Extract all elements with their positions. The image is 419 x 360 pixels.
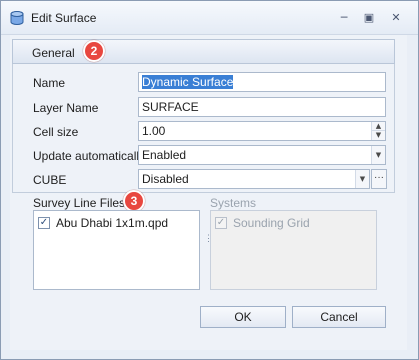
survey-line-files-title: Survey Line Files <box>33 196 126 210</box>
survey-file-label: Abu Dhabi 1x1m.qpd <box>56 216 169 230</box>
name-input-value: Dynamic Surface <box>142 75 234 89</box>
spin-up-icon[interactable]: ▲ <box>372 122 385 131</box>
name-input[interactable]: Dynamic Surface <box>138 72 386 92</box>
update-automatically-select[interactable]: Enabled ▼ <box>138 145 386 165</box>
survey-line-files-list[interactable]: ✓ Abu Dhabi 1x1m.qpd <box>33 210 200 290</box>
spin-down-icon[interactable]: ▼ <box>372 131 385 140</box>
update-automatically-label: Update automatically <box>33 149 146 163</box>
general-group-title: General <box>32 46 75 60</box>
layer-name-value: SURFACE <box>142 100 199 114</box>
cube-value: Disabled <box>142 172 189 186</box>
minimize-icon[interactable]: ─ <box>333 9 355 27</box>
general-group-header: General <box>12 39 395 64</box>
splitter-grip-icon[interactable]: ⋮ <box>204 234 213 250</box>
chevron-down-icon[interactable]: ▼ <box>355 170 369 188</box>
survey-file-checkbox[interactable]: ✓ <box>38 217 50 229</box>
title-bar[interactable]: Edit Surface ─ ▣ ✕ <box>1 1 418 35</box>
cell-size-spinner: ▲ ▼ <box>371 122 385 140</box>
cancel-button[interactable]: Cancel <box>292 306 386 328</box>
maximize-icon[interactable]: ▣ <box>358 9 380 27</box>
chevron-down-icon[interactable]: ▼ <box>371 146 385 164</box>
update-automatically-value: Enabled <box>142 148 187 162</box>
step-badge-3: 3 <box>123 190 145 212</box>
cell-size-label: Cell size <box>33 125 79 139</box>
layer-name-label: Layer Name <box>33 101 99 115</box>
close-icon[interactable]: ✕ <box>385 9 407 27</box>
ok-button[interactable]: OK <box>200 306 286 328</box>
step-badge-2: 2 <box>83 40 105 62</box>
cube-options-button[interactable]: ··· <box>371 169 387 189</box>
layer-name-input[interactable]: SURFACE <box>138 97 386 117</box>
database-icon <box>10 11 24 25</box>
systems-list: ✓ Sounding Grid <box>210 210 377 290</box>
systems-title: Systems <box>210 196 257 210</box>
cube-label: CUBE <box>33 173 67 187</box>
cube-select[interactable]: Disabled ▼ <box>138 169 370 189</box>
cell-size-stepper[interactable]: 1.00 ▲ ▼ <box>138 121 386 141</box>
cell-size-value: 1.00 <box>142 124 166 138</box>
window-title: Edit Surface <box>31 11 97 25</box>
name-label: Name <box>33 76 66 90</box>
sounding-grid-checkbox: ✓ <box>215 217 227 229</box>
sounding-grid-label: Sounding Grid <box>233 216 310 230</box>
